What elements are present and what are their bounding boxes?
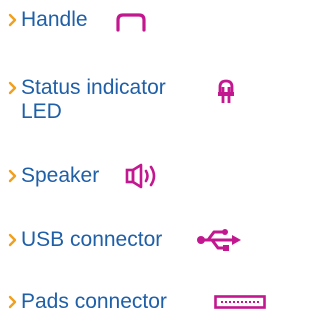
pads-connector-icon <box>214 295 266 309</box>
item-label: Speaker <box>21 164 100 187</box>
item-label: Handle <box>21 8 88 31</box>
chevron-right-icon <box>8 169 17 183</box>
led-icon <box>217 79 235 105</box>
list-item-usb: USB connector <box>8 228 162 252</box>
speaker-icon <box>125 162 165 190</box>
item-label: Status indicator LED <box>21 76 166 123</box>
list-item-speaker: Speaker <box>8 164 99 188</box>
chevron-right-icon <box>8 233 17 247</box>
list-item-handle: Handle <box>8 8 88 32</box>
handle-icon <box>115 12 147 32</box>
item-label: Pads connector <box>21 290 167 313</box>
chevron-right-icon <box>8 81 17 95</box>
list-item-status-led: Status indicator LED <box>8 76 201 124</box>
usb-icon <box>196 227 242 253</box>
chevron-right-icon <box>8 295 17 309</box>
chevron-right-icon <box>8 13 17 27</box>
list-item-pads: Pads connector <box>8 290 167 314</box>
item-label: USB connector <box>21 228 163 251</box>
